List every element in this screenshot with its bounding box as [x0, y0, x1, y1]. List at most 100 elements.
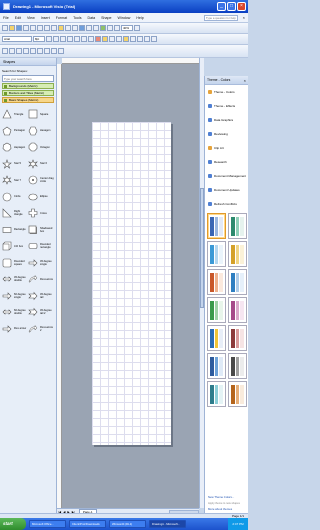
shape-item[interactable]: Star 7	[2, 172, 28, 189]
task-link[interactable]: Refresh Conflicts	[205, 197, 248, 211]
shape-item[interactable]: Ellipse	[28, 189, 54, 206]
shape-item[interactable]: 45 degree single	[28, 255, 54, 272]
open-icon[interactable]	[9, 25, 15, 31]
task-link[interactable]: Document Management	[205, 169, 248, 183]
shape-item[interactable]: Shadowed box	[28, 222, 54, 239]
font-select[interactable]: Arial	[2, 36, 32, 42]
stencil-borders-titles[interactable]: Borders and Titles (Metric)	[2, 90, 54, 96]
paste-icon[interactable]	[58, 25, 64, 31]
theme-swatch[interactable]	[207, 269, 226, 295]
flip-icon[interactable]	[37, 48, 43, 54]
theme-swatch[interactable]	[207, 297, 226, 323]
justify-icon[interactable]	[88, 36, 94, 42]
line-color-icon[interactable]	[109, 36, 115, 42]
rotate-icon[interactable]	[30, 48, 36, 54]
shape-item[interactable]: Center drag circle	[28, 172, 54, 189]
shape-item[interactable]: Flexi-arrow 2	[28, 321, 54, 338]
menu-data[interactable]: Data	[85, 16, 99, 20]
task-link[interactable]: Theme - Colors	[205, 85, 248, 99]
task-link[interactable]: Research	[205, 155, 248, 169]
shape-item[interactable]: Triangle	[2, 106, 28, 123]
taskbar-item-active[interactable]: Drawing1 - Microsoft...	[149, 520, 186, 528]
close-button[interactable]: ×	[237, 2, 246, 11]
print-icon[interactable]	[23, 25, 29, 31]
zoom-select[interactable]: 40%	[121, 25, 133, 31]
new-icon[interactable]	[2, 25, 8, 31]
layers-icon[interactable]	[58, 48, 64, 54]
distribute-icon[interactable]	[51, 48, 57, 54]
shadow-icon[interactable]	[144, 36, 150, 42]
task-link[interactable]: Reviewing	[205, 127, 248, 141]
spelling-icon[interactable]	[37, 25, 43, 31]
line-ends-icon[interactable]	[137, 36, 143, 42]
bring-front-icon[interactable]	[16, 48, 22, 54]
group-icon[interactable]	[2, 48, 8, 54]
theme-icon[interactable]	[123, 36, 129, 42]
taskbar-item[interactable]: Client/Prot/Downloads	[69, 520, 106, 528]
help-search-input[interactable]: Type a question for help	[204, 15, 238, 21]
copy-icon[interactable]	[51, 25, 57, 31]
apply-theme-checkbox[interactable]: Apply theme to new shapes	[205, 502, 248, 505]
pointer-tool-icon[interactable]	[79, 25, 85, 31]
align-shapes-icon[interactable]	[44, 48, 50, 54]
rectangle-tool-icon[interactable]	[114, 25, 120, 31]
shape-item[interactable]: 3-D box	[2, 238, 28, 255]
shape-item[interactable]: 60 degree double	[2, 304, 28, 321]
shape-item[interactable]: Rounded rectangle	[28, 238, 54, 255]
bold-icon[interactable]	[46, 36, 52, 42]
new-theme-colors-link[interactable]: New Theme Colors...	[205, 495, 248, 499]
task-link[interactable]: Document Updates	[205, 183, 248, 197]
taskbar-item[interactable]: Winword4 (DL1)	[109, 520, 146, 528]
shape-item[interactable]: Square	[28, 106, 54, 123]
theme-swatch[interactable]	[228, 353, 247, 379]
shape-item[interactable]: Pentagon	[2, 123, 28, 140]
close-task-pane-icon[interactable]: ×	[244, 76, 246, 85]
save-icon[interactable]	[16, 25, 22, 31]
theme-swatch[interactable]	[228, 297, 247, 323]
font-color-icon[interactable]	[95, 36, 101, 42]
shape-item[interactable]: 45 degree tail	[28, 288, 54, 305]
shape-item[interactable]: Star 5	[2, 156, 28, 173]
shape-item[interactable]: Circle	[2, 189, 28, 206]
menu-window[interactable]: Window	[115, 16, 134, 20]
menu-format[interactable]: Format	[53, 16, 70, 20]
shape-item[interactable]: Flexi-arrow	[28, 271, 54, 288]
send-back-icon[interactable]	[23, 48, 29, 54]
menu-tools[interactable]: Tools	[70, 16, 84, 20]
cut-icon[interactable]	[44, 25, 50, 31]
theme-swatch[interactable]	[228, 213, 247, 239]
task-link[interactable]: Theme - Effects	[205, 99, 248, 113]
font-size-select[interactable]: 8pt	[33, 36, 45, 42]
connector-tool-icon[interactable]	[86, 25, 92, 31]
task-link[interactable]: Data Graphics	[205, 113, 248, 127]
preview-icon[interactable]	[30, 25, 36, 31]
stencil-backgrounds[interactable]: Backgrounds (Metric)	[2, 83, 54, 89]
shape-item[interactable]: Flex arrow	[2, 321, 28, 338]
theme-swatch[interactable]	[228, 325, 247, 351]
task-link[interactable]: Clip Art	[205, 141, 248, 155]
line-weight-icon[interactable]	[116, 36, 122, 42]
shapes-icon[interactable]	[100, 25, 106, 31]
stencil-basic-shapes[interactable]: Basic Shapes (Metric)	[2, 97, 54, 103]
close-document-icon[interactable]: ×	[243, 15, 245, 20]
align-right-icon[interactable]	[81, 36, 87, 42]
shape-item[interactable]: 45 degree tail 2	[28, 304, 54, 321]
drawing-page[interactable]	[92, 122, 171, 445]
taskbar-item[interactable]: Microsoft Office...	[29, 520, 66, 528]
align-left-icon[interactable]	[67, 36, 73, 42]
shape-item[interactable]: Rounded square	[2, 255, 28, 272]
menu-edit[interactable]: Edit	[12, 16, 24, 20]
text-tool-icon[interactable]	[93, 25, 99, 31]
menu-view[interactable]: View	[24, 16, 38, 20]
line-pattern-icon[interactable]	[130, 36, 136, 42]
search-shapes-input[interactable]: Type your search here	[2, 75, 54, 82]
undo-icon[interactable]	[65, 25, 71, 31]
shape-item[interactable]: Octagon	[28, 139, 54, 156]
shape-item[interactable]: Hexagon	[28, 123, 54, 140]
menu-file[interactable]: File	[0, 16, 12, 20]
help-icon[interactable]	[134, 25, 140, 31]
ungroup-icon[interactable]	[9, 48, 15, 54]
start-button[interactable]: start	[0, 518, 26, 530]
corner-rounding-icon[interactable]	[151, 36, 157, 42]
italic-icon[interactable]	[53, 36, 59, 42]
